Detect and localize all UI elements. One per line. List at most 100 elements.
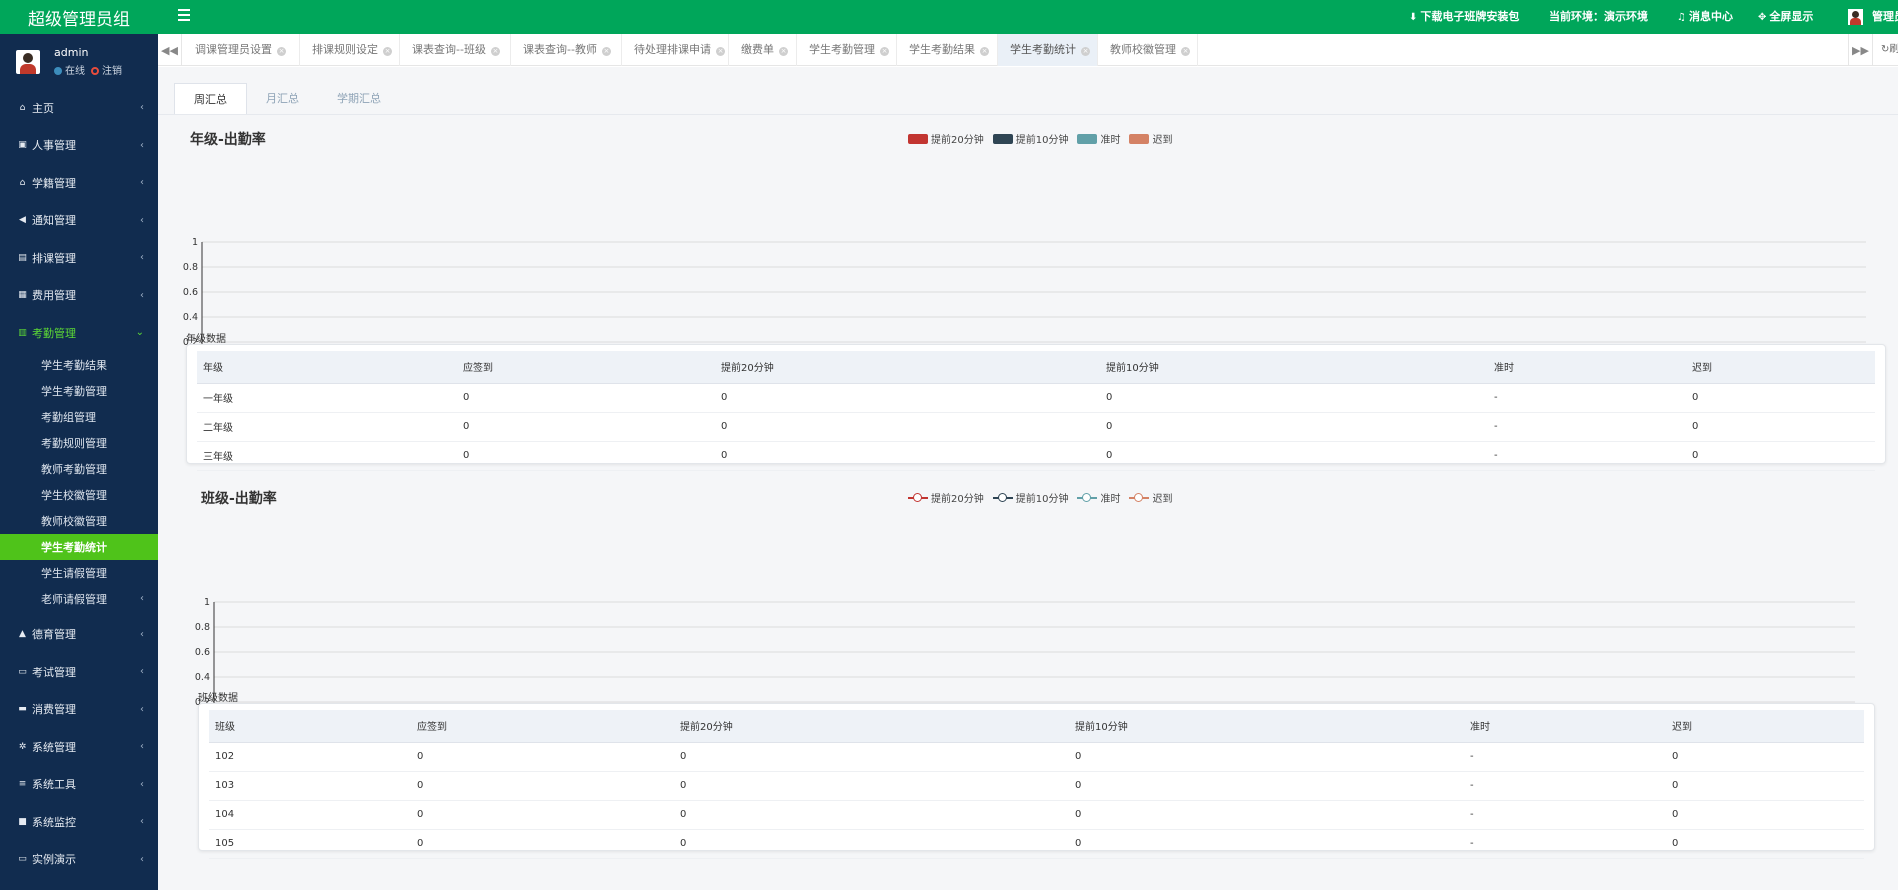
- y-tick-label: 0.8: [183, 262, 198, 273]
- page-tab[interactable]: 课表查询--班级 ×: [400, 34, 511, 66]
- close-icon[interactable]: ×: [880, 47, 889, 56]
- table-cell: 0: [411, 771, 674, 801]
- table-row: 104 0 0 0-0: [209, 800, 1864, 830]
- chevron-left-icon: ‹: [140, 289, 144, 301]
- legend-item[interactable]: 迟到: [1129, 131, 1172, 146]
- close-icon[interactable]: ×: [716, 47, 725, 56]
- close-icon[interactable]: ×: [383, 47, 392, 56]
- sidebar-item-moral[interactable]: ▲ 德育管理 ‹: [0, 616, 158, 654]
- submenu-item[interactable]: 教师考勤管理: [0, 456, 158, 482]
- page-tab[interactable]: 学生考勤结果 ×: [897, 34, 998, 66]
- page-tab[interactable]: 排课规则设定 ×: [300, 34, 400, 66]
- close-icon[interactable]: ×: [601, 47, 611, 56]
- page-tab-active[interactable]: 学生考勤统计 ×: [998, 34, 1098, 66]
- environment-label: 当前环境：演示环境: [1549, 10, 1648, 23]
- legend-swatch: [992, 133, 1013, 144]
- table-cell: 0: [1069, 771, 1464, 801]
- table-row: 三年级 0 0 0-0: [197, 441, 1875, 471]
- sidebar-item-tools[interactable]: ≡ 系统工具 ‹: [0, 766, 158, 804]
- legend-item[interactable]: 提前20分钟: [908, 490, 984, 505]
- main-content: 周汇总 月汇总 学期汇总 年级-出勤率 提前20分钟 提前10分钟 准时 迟到 …: [158, 67, 1898, 890]
- sidebar-item-home[interactable]: ⌂ 主页 ‹: [0, 89, 158, 127]
- message-center-link[interactable]: ♫ 消息中心: [1677, 0, 1733, 34]
- refresh-button[interactable]: ↻刷新: [1872, 34, 1898, 66]
- legend-item[interactable]: 迟到: [1129, 490, 1172, 505]
- chevron-left-icon: ‹: [140, 177, 144, 189]
- page-tabs-bar: ◀◀ 调课管理员设置 × 排课规则设定 × 课表查询--班级 × 课表查询--教师 × …: [158, 34, 1898, 66]
- class-table-card: 班级 应签到 提前20分钟 提前10分钟 准时 迟到 102 0 0 0-0 103 0…: [198, 703, 1875, 859]
- legend-item[interactable]: 准时: [1077, 131, 1120, 146]
- sidebar-item-scheduling[interactable]: ▤ 排课管理 ‹: [0, 239, 158, 277]
- sidebar: 超级管理员组 admin 在线 注销 ⌂ 主页 ‹ ▣ 人事管理 ‹ ⌂ 学籍管理 ‹ ◀ 通…: [0, 0, 158, 890]
- table-cell: 0: [457, 441, 715, 471]
- grade-data-table: 年级 应签到 提前20分钟 提前10分钟 准时 迟到 一年级 0 0 0-0 二年级 0…: [197, 351, 1875, 471]
- submenu-item[interactable]: 考勤组管理: [0, 404, 158, 430]
- submenu-item[interactable]: 考勤规则管理: [0, 430, 158, 456]
- submenu-item[interactable]: 教师校徽管理: [0, 508, 158, 534]
- header-avatar[interactable]: [1848, 9, 1863, 25]
- top-header: ⬇下载电子班牌安装包 当前环境：演示环境 ♫消息中心 ✥全屏显示 管理员: [158, 0, 1898, 34]
- logout-link[interactable]: 注销: [91, 62, 122, 77]
- close-icon[interactable]: ×: [1181, 47, 1190, 56]
- id-card-icon: ▣: [18, 140, 27, 151]
- close-icon[interactable]: ×: [490, 47, 500, 56]
- sidebar-item-system[interactable]: ✲ 系统管理 ‹: [0, 728, 158, 766]
- download-package-link[interactable]: ⬇ 下载电子班牌安装包: [1409, 0, 1519, 34]
- tab-monthly[interactable]: 月汇总: [247, 83, 318, 114]
- table-cell: 104: [209, 800, 411, 830]
- table-cell: 0: [674, 771, 1069, 801]
- sidebar-item-exam[interactable]: ▭ 考试管理 ‹: [0, 653, 158, 691]
- table-cell: 0: [411, 829, 674, 859]
- page-tab[interactable]: 学生考勤管理 ×: [797, 34, 897, 66]
- table-row: 102 0 0 0-0: [209, 742, 1864, 772]
- expand-icon: ✥: [1758, 12, 1767, 23]
- page-tab[interactable]: 教师校徽管理 ×: [1098, 34, 1198, 66]
- submenu-item[interactable]: 学生考勤结果: [0, 352, 158, 378]
- submenu-item-active[interactable]: 学生考勤统计: [0, 533, 158, 560]
- legend-item[interactable]: 提前20分钟: [908, 131, 984, 146]
- table-cell: 0: [715, 383, 1100, 413]
- close-icon[interactable]: ×: [1081, 47, 1090, 56]
- sidebar-item-fees[interactable]: ▦ 费用管理 ‹: [0, 277, 158, 315]
- table-cell: -: [1464, 771, 1666, 801]
- sidebar-item-personnel[interactable]: ▣ 人事管理 ‹: [0, 127, 158, 165]
- submenu-item[interactable]: 学生校徽管理: [0, 482, 158, 508]
- table-cell: 0: [674, 800, 1069, 830]
- admin-menu-link[interactable]: 管理员: [1872, 0, 1898, 34]
- y-tick-label: 0.8: [195, 622, 210, 633]
- submenu-item-teacher-leave[interactable]: 老师请假管理 ‹: [0, 586, 158, 612]
- legend-item[interactable]: 提前10分钟: [992, 131, 1068, 146]
- tab-semester[interactable]: 学期汇总: [318, 83, 400, 114]
- hamburger-menu-icon[interactable]: [178, 9, 190, 21]
- user-panel: admin 在线 注销: [0, 34, 158, 89]
- legend-item[interactable]: 提前10分钟: [992, 490, 1068, 505]
- page-tab[interactable]: 待处理排课申请 ×: [622, 34, 729, 66]
- table-cell: 0: [1100, 441, 1488, 471]
- sidebar-item-student-records[interactable]: ⌂ 学籍管理 ‹: [0, 164, 158, 202]
- grade-data-label: 年级数据: [186, 334, 226, 345]
- table-cell: -: [1488, 383, 1686, 413]
- fullscreen-link[interactable]: ✥ 全屏显示: [1758, 0, 1813, 34]
- tab-weekly[interactable]: 周汇总: [174, 83, 247, 114]
- sidebar-item-consumption[interactable]: ▬ 消费管理 ‹: [0, 691, 158, 729]
- table-cell: 0: [457, 412, 715, 442]
- tabs-scroll-left-icon[interactable]: ◀◀: [158, 34, 182, 66]
- close-icon[interactable]: ×: [980, 47, 989, 56]
- page-tab[interactable]: 课表查询--教师 ×: [511, 34, 622, 66]
- sidebar-item-monitor[interactable]: ■ 系统监控 ‹: [0, 803, 158, 841]
- sidebar-item-attendance[interactable]: ▥ 考勤管理 ⌄: [0, 314, 158, 352]
- page-tab[interactable]: 缴费单 ×: [729, 34, 797, 66]
- column-header: 迟到: [1686, 351, 1875, 384]
- close-icon[interactable]: ×: [779, 47, 788, 56]
- sidebar-item-notice[interactable]: ◀ 通知管理 ‹: [0, 202, 158, 240]
- sidebar-item-demo[interactable]: ▭ 实例演示 ‹: [0, 841, 158, 879]
- table-cell: 三年级: [197, 441, 457, 471]
- submenu-item[interactable]: 学生考勤管理: [0, 378, 158, 404]
- tabs-scroll-right-icon[interactable]: ▶▶: [1848, 34, 1872, 66]
- page-tab[interactable]: 调课管理员设置 ×: [183, 34, 300, 66]
- close-icon[interactable]: ×: [277, 47, 286, 56]
- online-dot-icon: [54, 67, 62, 75]
- legend-item[interactable]: 准时: [1077, 490, 1120, 505]
- submenu-item[interactable]: 学生请假管理: [0, 560, 158, 586]
- gear-icon: ✲: [18, 741, 27, 752]
